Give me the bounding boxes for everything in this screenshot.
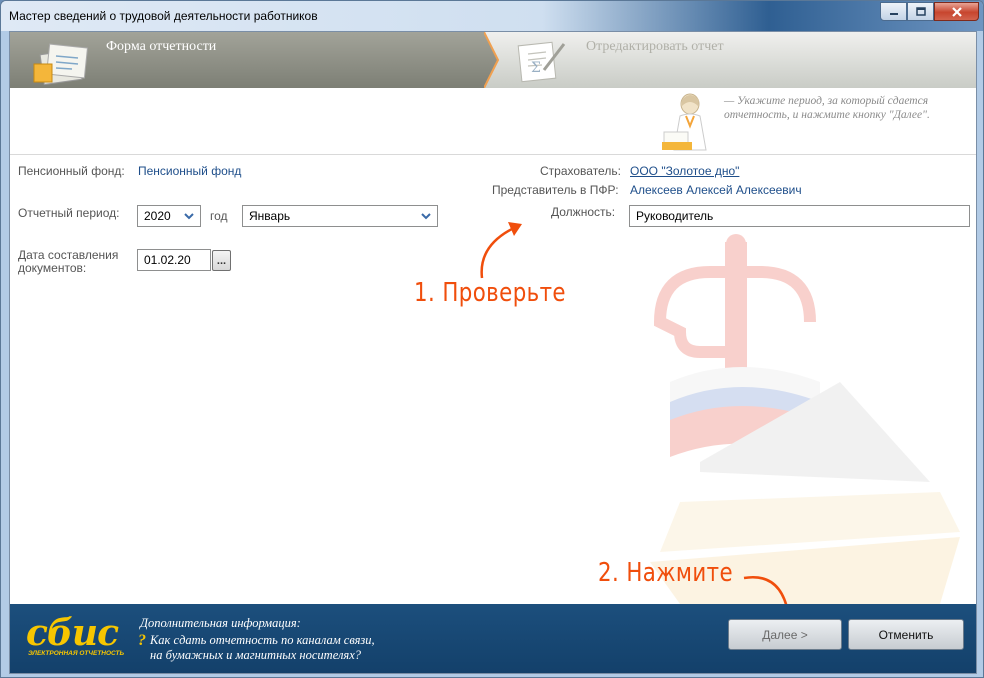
sbis-logo-text: сбис	[26, 612, 119, 654]
pfr-watermark-logo	[650, 234, 960, 604]
chevron-down-icon	[182, 209, 196, 223]
position-label: Должность:	[551, 205, 616, 219]
pension-fund-label: Пенсионный фонд:	[18, 164, 125, 178]
representative-value: Алексеев Алексей Алексеевич	[630, 183, 802, 197]
doc-date-label: Дата составления документов:	[18, 249, 118, 275]
wizard-client-area: Форма отчетности Σ Отредактировать отчет…	[9, 31, 977, 674]
close-window-button[interactable]	[934, 2, 979, 21]
title-bar[interactable]: Мастер сведений о трудовой деятельности …	[1, 1, 983, 31]
edit-report-icon: Σ	[517, 41, 566, 83]
window-title: Мастер сведений о трудовой деятельности …	[9, 9, 318, 23]
question-icon: ?	[138, 632, 146, 649]
step-current-label: Форма отчетности	[106, 39, 217, 54]
check-arrow-icon	[480, 222, 522, 279]
wizard-footer: сбис ЭЛЕКТРОННАЯ ОТЧЕТНОСТЬ Дополнительн…	[10, 604, 976, 673]
month-value: Январь	[249, 209, 291, 223]
hint-bar: — Укажите период, за который сдается отч…	[10, 88, 976, 155]
report-form-icon	[33, 43, 89, 86]
help-link-line1: Как сдать отчетность по каналам связи,	[150, 633, 375, 647]
maximize-button[interactable]	[907, 2, 934, 21]
representative-label: Представитель в ПФР:	[492, 183, 619, 197]
next-button[interactable]: Далее >	[728, 619, 842, 650]
doc-date-label-line2: документов:	[18, 261, 87, 275]
step-next-label: Отредактировать отчет	[586, 39, 724, 54]
annotation-check: 1. Проверьте	[414, 278, 566, 308]
minimize-button[interactable]	[880, 2, 907, 21]
close-icon	[951, 6, 962, 17]
sbis-logo: сбис ЭЛЕКТРОННАЯ ОТЧЕТНОСТЬ	[24, 612, 125, 662]
cancel-button[interactable]: Отменить	[848, 619, 964, 650]
report-period-label: Отчетный период:	[18, 206, 120, 220]
minimize-icon	[889, 12, 898, 15]
chevron-down-icon	[419, 209, 433, 223]
additional-info-title: Дополнительная информация:	[140, 616, 301, 630]
date-picker-button[interactable]: ...	[212, 250, 231, 271]
help-link-line2: на бумажных и магнитных носителях?	[150, 648, 361, 662]
step-arrow-edge	[484, 32, 500, 88]
maximize-icon	[915, 7, 926, 16]
assistant-figure-icon	[662, 93, 707, 151]
doc-date-value: 01.02.20	[144, 253, 191, 267]
position-input[interactable]: Руководитель	[629, 205, 970, 227]
year-label: год	[210, 209, 228, 223]
position-value: Руководитель	[636, 209, 714, 223]
pension-fund-value: Пенсионный фонд	[138, 164, 242, 178]
window-controls	[880, 2, 979, 21]
wizard-window: Мастер сведений о трудовой деятельности …	[0, 0, 984, 678]
hint-text: — Укажите период, за который сдается отч…	[724, 95, 930, 121]
month-dropdown[interactable]: Январь	[242, 205, 438, 227]
insurer-link[interactable]: ООО "Золотое дно"	[630, 164, 739, 178]
year-dropdown[interactable]: 2020	[137, 205, 201, 227]
doc-date-input[interactable]: 01.02.20	[137, 249, 211, 271]
help-link[interactable]: Как сдать отчетность по каналам связи, н…	[150, 633, 375, 663]
svg-text:Σ: Σ	[531, 60, 541, 76]
year-value: 2020	[144, 209, 171, 223]
sbis-logo-subtitle: ЭЛЕКТРОННАЯ ОТЧЕТНОСТЬ	[28, 650, 125, 657]
wizard-steps-bar: Форма отчетности Σ Отредактировать отчет	[10, 32, 976, 88]
insurer-label: Страхователь:	[540, 164, 621, 178]
annotation-press: 2. Нажмите	[598, 558, 734, 588]
